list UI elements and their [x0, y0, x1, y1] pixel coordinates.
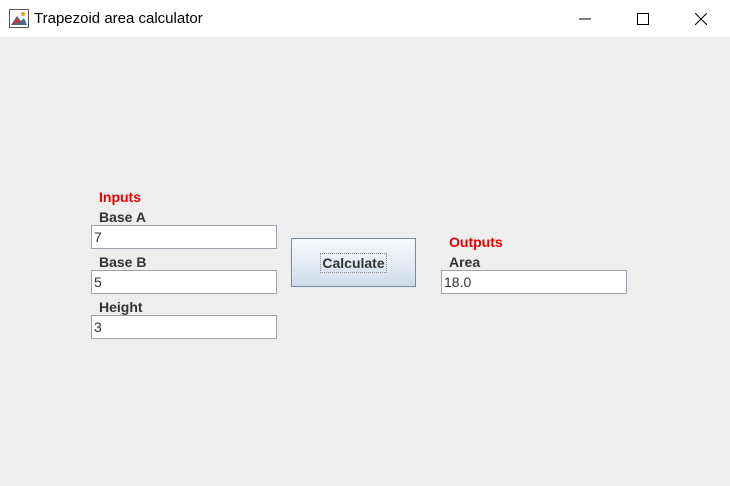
main-panel: Inputs Base A Base B Height Calculate Ou… [0, 37, 730, 486]
close-icon [695, 12, 707, 25]
close-button[interactable] [672, 0, 730, 37]
inputs-heading: Inputs [99, 189, 141, 205]
window-title: Trapezoid area calculator [34, 10, 203, 27]
java-app-icon [9, 9, 29, 28]
minimize-button[interactable] [556, 0, 614, 37]
area-field[interactable] [441, 270, 627, 294]
area-label: Area [449, 254, 481, 270]
height-field[interactable] [91, 315, 277, 339]
base-b-field[interactable] [91, 270, 277, 294]
height-label: Height [99, 299, 143, 315]
base-b-label: Base B [99, 254, 147, 270]
calculate-button[interactable]: Calculate [291, 238, 416, 287]
calculate-button-label: Calculate [320, 252, 387, 273]
base-a-label: Base A [99, 209, 146, 225]
maximize-button[interactable] [614, 0, 672, 37]
maximize-icon [637, 12, 649, 25]
base-a-field[interactable] [91, 225, 277, 249]
minimize-icon [579, 18, 591, 19]
outputs-heading: Outputs [449, 234, 503, 250]
title-bar: Trapezoid area calculator [0, 0, 730, 37]
